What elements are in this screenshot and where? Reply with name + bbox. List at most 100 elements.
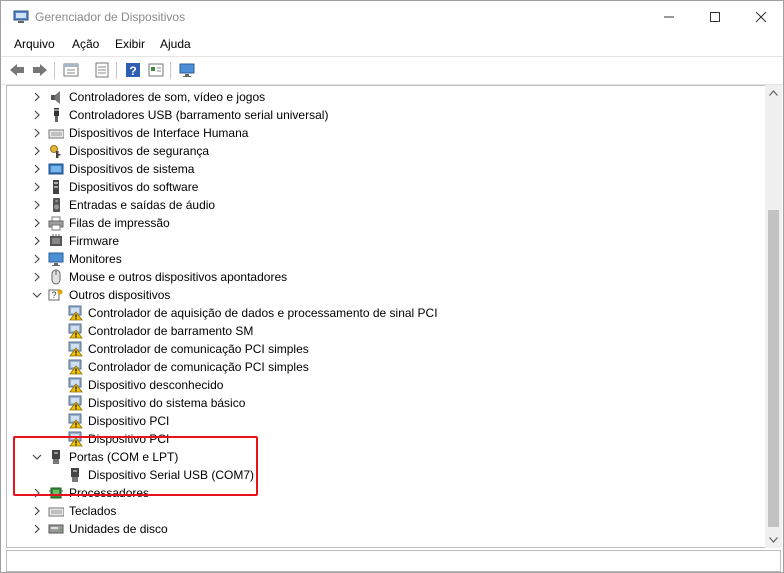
properties-icon[interactable] (62, 61, 80, 79)
scroll-up-icon[interactable] (769, 90, 778, 96)
close-icon (755, 11, 767, 23)
maximize-button[interactable] (692, 1, 738, 33)
device-manager-icon (13, 10, 29, 23)
tree-category[interactable]: Controladores USB (barramento serial uni… (7, 106, 766, 124)
tree-category[interactable]: Portas (COM e LPT) (7, 448, 766, 466)
vertical-scrollbar[interactable] (765, 85, 782, 548)
help-icon[interactable]: ? (124, 61, 142, 79)
usb-icon (54, 108, 59, 122)
chevron-right-icon[interactable] (31, 199, 43, 211)
menu-exibir[interactable]: Exibir (115, 37, 145, 51)
chevron-right-icon[interactable] (31, 91, 43, 103)
view-icon[interactable] (147, 61, 165, 79)
tree-item-label: Dispositivo Serial USB (COM7) (88, 468, 255, 482)
tree-item-label: Teclados (69, 504, 117, 518)
chevron-right-icon[interactable] (31, 109, 43, 121)
warning-device-icon (68, 413, 83, 429)
chevron-right-icon[interactable] (31, 271, 43, 283)
close-button[interactable] (738, 1, 784, 33)
tree-category[interactable]: Dispositivos de Interface Humana (7, 124, 766, 142)
minimize-button[interactable] (646, 1, 692, 33)
warning-device-icon (68, 359, 83, 375)
tree-category[interactable]: Firmware (7, 232, 766, 250)
menu-acao[interactable]: Ação (72, 37, 99, 51)
scroll-down-icon[interactable] (769, 537, 778, 543)
speaker-icon (53, 198, 60, 212)
warning-device-icon (68, 377, 83, 393)
device-tree[interactable]: Controladores de som, vídeo e jogos Contr… (6, 85, 767, 548)
tree-category[interactable]: Processadores (7, 484, 766, 502)
tree-device[interactable]: Controlador de comunicação PCI simples (7, 358, 766, 376)
status-bar (6, 550, 781, 572)
tree-item-label: Dispositivo PCI (88, 414, 170, 428)
chevron-right-icon[interactable] (31, 523, 43, 535)
tree-category[interactable]: Controladores de som, vídeo e jogos (7, 88, 766, 106)
tree-item-label: Dispositivos de Interface Humana (69, 126, 249, 140)
chevron-right-icon[interactable] (31, 181, 43, 193)
tree-device[interactable]: Controlador de barramento SM (7, 322, 766, 340)
update-icon[interactable] (93, 61, 111, 79)
monitor-icon[interactable] (178, 61, 196, 79)
chevron-right-icon[interactable] (31, 127, 43, 139)
tree-device[interactable]: Dispositivo desconhecido (7, 376, 766, 394)
tree-device[interactable]: Dispositivo PCI (7, 430, 766, 448)
tree-category[interactable]: Entradas e saídas de áudio (7, 196, 766, 214)
tree-item-label: Filas de impressão (69, 216, 170, 230)
chevron-right-icon[interactable] (31, 505, 43, 517)
title-bar: Gerenciador de Dispositivos (1, 1, 783, 33)
tree-item-label: Dispositivo desconhecido (88, 378, 224, 392)
tree-device[interactable]: Dispositivo do sistema básico (7, 394, 766, 412)
firmware-icon (50, 234, 62, 246)
toolbar-separator (170, 62, 171, 79)
tree-item-label: Mouse e outros dispositivos apontadores (69, 270, 288, 284)
device-manager-window: Gerenciador de Dispositivos Arquivo Ação… (0, 0, 784, 573)
tree-category[interactable]: Dispositivos de segurança (7, 142, 766, 160)
tree-item-label: Firmware (69, 234, 119, 248)
tree-device[interactable]: Dispositivo PCI (7, 412, 766, 430)
tree-item-label: Controlador de comunicação PCI simples (88, 360, 309, 374)
system-icon (48, 163, 64, 175)
port-icon (52, 450, 60, 464)
tree-device[interactable]: Dispositivo Serial USB (COM7) (7, 466, 766, 484)
tree-category[interactable]: Dispositivos do software (7, 178, 766, 196)
chevron-right-icon[interactable] (31, 235, 43, 247)
tree-category[interactable]: Dispositivos de sistema (7, 160, 766, 178)
chevron-right-icon[interactable] (31, 487, 43, 499)
chevron-down-icon[interactable] (31, 451, 43, 463)
chevron-down-icon[interactable] (31, 289, 43, 301)
chevron-right-icon[interactable] (31, 217, 43, 229)
chevron-right-icon[interactable] (31, 253, 43, 265)
tree-category[interactable]: Filas de impressão (7, 214, 766, 232)
menu-ajuda[interactable]: Ajuda (160, 37, 191, 51)
tree-item-label: Processadores (69, 486, 150, 500)
tree-category[interactable]: ? Outros dispositivos (7, 286, 766, 304)
key-icon (50, 145, 61, 158)
disk-icon (48, 524, 64, 534)
tree-category[interactable]: Teclados (7, 502, 766, 520)
warning-device-icon (68, 323, 83, 339)
forward-icon[interactable] (31, 61, 49, 79)
keyboard-icon (48, 507, 64, 517)
tree-device[interactable]: Controlador de comunicação PCI simples (7, 340, 766, 358)
tree-item-label: Dispositivos de sistema (69, 162, 195, 176)
tree-item-label: Controlador de comunicação PCI simples (88, 342, 309, 356)
scrollbar-thumb[interactable] (768, 210, 779, 527)
toolbar-separator (116, 62, 117, 79)
tree-item-label: Controlador de aquisição de dados e proc… (88, 306, 438, 320)
tree-category[interactable]: Mouse e outros dispositivos apontadores (7, 268, 766, 286)
menu-arquivo[interactable]: Arquivo (14, 37, 55, 51)
svg-text:?: ? (129, 64, 136, 78)
tree-device[interactable]: Controlador de aquisição de dados e proc… (7, 304, 766, 322)
chevron-right-icon[interactable] (31, 145, 43, 157)
unknown-device-icon: ? (48, 289, 63, 301)
tree-item-label: Dispositivo PCI (88, 432, 170, 446)
software-icon (53, 180, 59, 194)
back-icon[interactable] (8, 61, 26, 79)
svg-text:?: ? (51, 290, 56, 300)
minimize-icon (664, 16, 674, 18)
tree-category[interactable]: Monitores (7, 250, 766, 268)
printer-icon (48, 216, 64, 231)
chevron-right-icon[interactable] (31, 163, 43, 175)
maximize-icon (710, 12, 720, 22)
tree-category[interactable]: Unidades de disco (7, 520, 766, 538)
